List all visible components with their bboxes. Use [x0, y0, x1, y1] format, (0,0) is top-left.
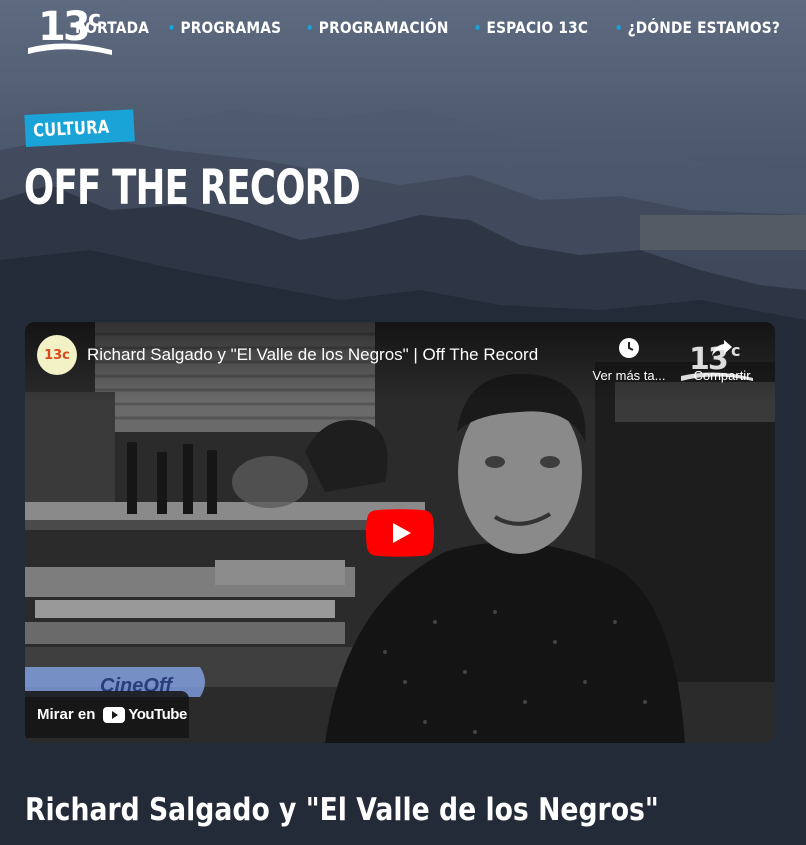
- nav-separator-dot: [168, 25, 174, 30]
- nav-espacio-13c[interactable]: ESPACIO 13C: [465, 18, 588, 37]
- category-label: CULTURA: [32, 116, 110, 142]
- nav-portada[interactable]: PORTADA: [75, 18, 149, 37]
- nav-label: PROGRAMAS: [180, 18, 281, 37]
- program-title: OFF THE RECORD: [24, 160, 361, 216]
- episode-title: Richard Salgado y "El Valle de los Negro…: [25, 792, 659, 828]
- video-title[interactable]: Richard Salgado y "El Valle de los Negro…: [87, 345, 538, 365]
- channel-avatar[interactable]: 13c: [37, 335, 77, 375]
- share-button[interactable]: Compartir: [681, 337, 763, 383]
- category-tag[interactable]: CULTURA: [24, 109, 135, 147]
- share-arrow-icon: [712, 340, 732, 356]
- clock-icon: [619, 338, 639, 358]
- nav-programacion[interactable]: PROGRAMACIÓN: [297, 18, 448, 37]
- nav-separator-dot: [616, 25, 621, 30]
- youtube-wordmark: YouTube: [128, 706, 187, 723]
- watch-later-label: Ver más ta...: [592, 368, 666, 383]
- watch-on-youtube-button[interactable]: Mirar en YouTube: [25, 691, 189, 738]
- nav-label: PROGRAMACIÓN: [318, 18, 449, 37]
- nav-separator-dot: [474, 25, 480, 30]
- nav-label: PORTADA: [74, 18, 149, 37]
- youtube-logo: YouTube: [103, 706, 187, 723]
- nav-label: ¿DÓNDE ESTAMOS?: [627, 18, 780, 37]
- watch-later-button[interactable]: Ver más ta...: [587, 337, 671, 383]
- video-player[interactable]: CineOff 13c Richard Salgado y "El Valle …: [25, 322, 775, 743]
- share-label: Compartir: [693, 368, 751, 383]
- channel-avatar-text: 13c: [44, 347, 70, 363]
- play-button[interactable]: [366, 509, 434, 557]
- nav-separator-dot: [307, 25, 312, 30]
- nav-label: ESPACIO 13C: [486, 18, 588, 37]
- main-navigation: PORTADA PROGRAMAS PROGRAMACIÓN ESPACIO 1…: [75, 18, 794, 37]
- watch-on-label: Mirar en: [37, 706, 96, 723]
- nav-donde-estamos[interactable]: ¿DÓNDE ESTAMOS?: [606, 18, 780, 37]
- nav-programas[interactable]: PROGRAMAS: [159, 18, 281, 37]
- youtube-icon: [103, 706, 126, 723]
